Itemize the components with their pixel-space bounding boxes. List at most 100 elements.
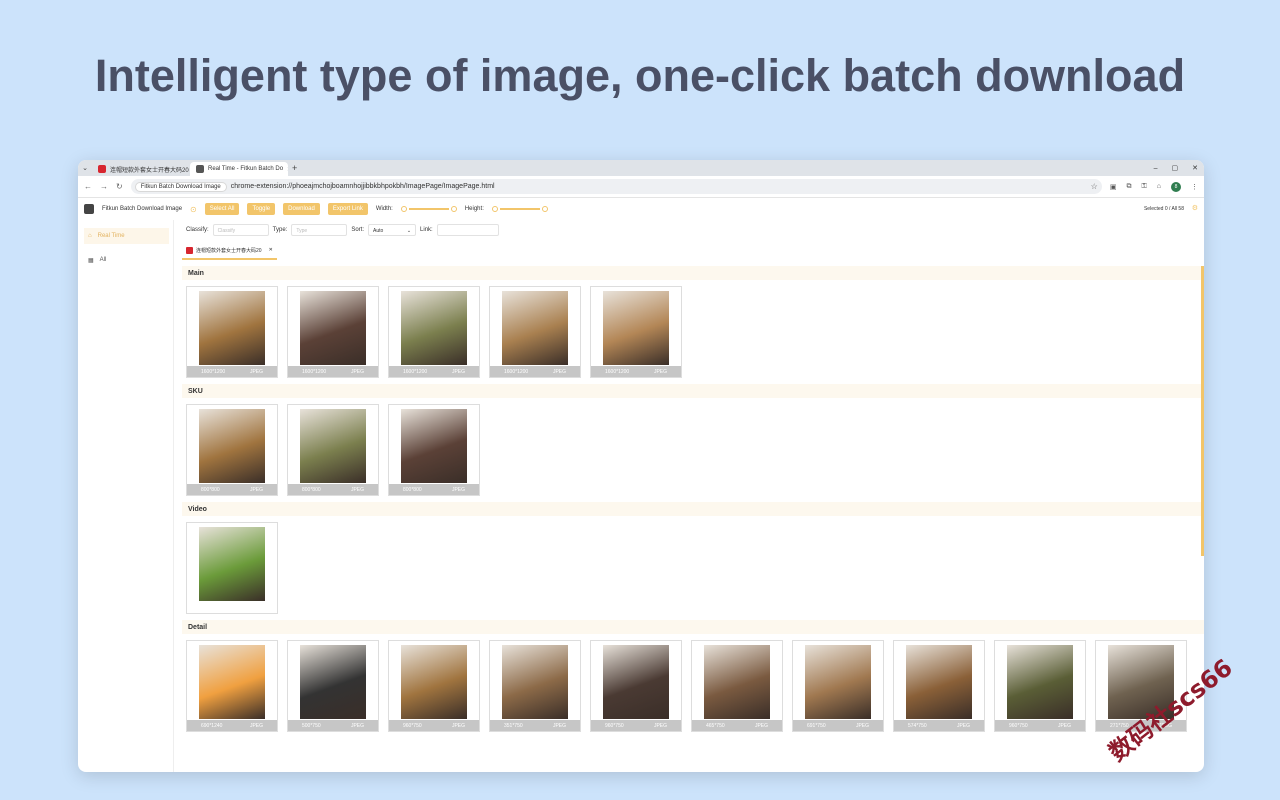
close-window-icon[interactable]: ✕: [1192, 164, 1198, 172]
image-caption: 800*800 JPEG: [288, 484, 378, 495]
height-slider-track[interactable]: [499, 208, 540, 210]
select-all-button[interactable]: Select All: [204, 203, 240, 215]
image-thumbnail[interactable]: 1600*1200 JPEG: [186, 286, 278, 378]
height-slider[interactable]: [491, 206, 548, 212]
browser-tab-product[interactable]: 连帽短款外套女士开春大码20 ✕: [92, 162, 190, 176]
new-tab-icon[interactable]: +: [292, 160, 297, 176]
maximize-icon[interactable]: ▢: [1172, 164, 1179, 172]
image-thumbnail[interactable]: 465*750 JPEG: [691, 640, 783, 732]
extension-chip[interactable]: Fitkun Batch Download Image: [134, 181, 227, 192]
product-image: [704, 645, 770, 719]
height-slider-max-handle[interactable]: [541, 206, 548, 212]
width-slider-max-handle[interactable]: [450, 206, 457, 212]
download-button[interactable]: Download: [283, 203, 320, 215]
app-name: Fitkun Batch Download Image: [102, 206, 183, 212]
image-caption: 960*750 JPEG: [591, 720, 681, 731]
image-thumbnail[interactable]: 1600*1200 JPEG: [388, 286, 480, 378]
section-title: Main: [182, 266, 1204, 280]
image-format: JPEG: [350, 486, 364, 493]
sidebar-item-label: Real Time: [97, 233, 125, 239]
image-format: JPEG: [1057, 722, 1071, 729]
image-thumbnail[interactable]: 690*1240 JPEG: [186, 640, 278, 732]
toggle-button[interactable]: Toggle: [247, 203, 276, 215]
height-slider-min-handle[interactable]: [491, 206, 498, 212]
sidebar-item-all[interactable]: ▦ All: [84, 252, 169, 268]
image-format: JPEG: [653, 368, 667, 375]
scrollbar[interactable]: [1201, 266, 1204, 556]
classify-select[interactable]: Classify: [212, 224, 269, 236]
type-select[interactable]: Type: [291, 224, 348, 236]
extension-favicon-icon: [196, 165, 204, 173]
window-controls: – ▢ ✕: [1154, 160, 1198, 176]
browser-tab-realtime[interactable]: Real Time - Fitkun Batch Do ✕: [190, 162, 288, 176]
image-format: JPEG: [552, 368, 566, 375]
image-thumbnail[interactable]: 691*750 JPEG: [792, 640, 884, 732]
product-image: [502, 291, 568, 365]
browser-window: ⌄ 连帽短款外套女士开春大码20 ✕ Real Time - Fitkun Ba…: [78, 160, 1204, 772]
info-icon[interactable]: ⊙: [190, 205, 197, 214]
image-thumbnail[interactable]: 960*750 JPEG: [994, 640, 1086, 732]
image-thumbnail[interactable]: 351*750 JPEG: [489, 640, 581, 732]
address-bar-row: ← → ↻ Fitkun Batch Download Image chrome…: [78, 176, 1204, 198]
product-image: [502, 645, 568, 719]
image-format: JPEG: [653, 722, 667, 729]
tab-bar: ⌄ 连帽短款外套女士开春大码20 ✕ Real Time - Fitkun Ba…: [78, 160, 1204, 176]
more-menu-icon[interactable]: ⋮: [1191, 183, 1198, 191]
width-slider-min-handle[interactable]: [400, 206, 407, 212]
image-format: JPEG: [754, 722, 768, 729]
bookmark-star-icon[interactable]: ☆: [1091, 182, 1098, 191]
image-thumbnail[interactable]: 1600*1200 JPEG: [489, 286, 581, 378]
image-size: 960*750: [605, 722, 624, 729]
app-logo-icon: [84, 204, 94, 214]
puzzle-icon[interactable]: ⧉: [1126, 183, 1131, 191]
image-thumbnail[interactable]: 574*750 JPEG: [893, 640, 985, 732]
image-format: JPEG: [451, 722, 465, 729]
image-size: 960*750: [403, 722, 422, 729]
export-link-button[interactable]: Export Link: [327, 203, 368, 215]
image-size: 1600*1200: [504, 368, 529, 375]
address-bar[interactable]: Fitkun Batch Download Image chrome-exten…: [130, 179, 1102, 194]
minimize-icon[interactable]: –: [1154, 165, 1158, 172]
page-tab[interactable]: 连帽短款外套女士开春大码20 ✕: [182, 242, 277, 260]
sidebar-item-label: All: [99, 257, 107, 263]
image-caption: 1600*1200 JPEG: [591, 366, 681, 377]
image-thumbnail[interactable]: 500*750 JPEG: [287, 640, 379, 732]
image-size: 691*750: [807, 722, 826, 729]
filter-bar: Classify: Classify Type: Type Sort: Auto…: [186, 224, 499, 236]
image-format: JPEG: [451, 368, 465, 375]
image-thumbnail[interactable]: 800*800 JPEG: [287, 404, 379, 496]
width-slider-track[interactable]: [408, 208, 449, 210]
tab-menu-icon[interactable]: ⌄: [78, 160, 92, 176]
link-label: Link:: [420, 227, 433, 233]
extension-icon[interactable]: ▣: [1110, 183, 1117, 191]
headline: Intelligent type of image, one-click bat…: [94, 50, 1186, 101]
image-caption: 800*800 JPEG: [389, 484, 479, 495]
sort-select[interactable]: Auto ⌄: [368, 224, 417, 236]
key-icon[interactable]: ⚿: [1141, 183, 1146, 191]
close-icon[interactable]: ✕: [269, 247, 273, 253]
width-slider[interactable]: [400, 206, 457, 212]
image-thumbnail[interactable]: 960*750 JPEG: [590, 640, 682, 732]
reload-icon[interactable]: ↻: [116, 182, 123, 191]
image-thumbnail[interactable]: 1600*1200 JPEG: [590, 286, 682, 378]
image-thumbnail[interactable]: 1600*1200 JPEG: [287, 286, 379, 378]
product-image: [603, 291, 669, 365]
image-caption: 1600*1200 JPEG: [389, 366, 479, 377]
image-thumbnail[interactable]: [186, 522, 278, 614]
image-thumbnail[interactable]: 800*800 JPEG: [186, 404, 278, 496]
image-thumbnail[interactable]: 800*800 JPEG: [388, 404, 480, 496]
avatar[interactable]: 8: [1171, 181, 1181, 192]
sidebar-item-real-time[interactable]: ⌂ Real Time: [84, 228, 169, 244]
back-icon[interactable]: ←: [84, 182, 92, 191]
image-caption: 960*750 JPEG: [389, 720, 479, 731]
settings-icon[interactable]: ⚙: [1192, 204, 1198, 212]
close-icon[interactable]: ✕: [287, 166, 288, 173]
profile-switch-icon[interactable]: ⌂: [1157, 183, 1161, 190]
forward-icon[interactable]: →: [100, 182, 108, 191]
product-image: [906, 645, 972, 719]
image-grid: 690*1240 JPEG 500*750 JPEG 960*750 JPEG 351*75…: [182, 634, 1204, 738]
image-caption: 500*750 JPEG: [288, 720, 378, 731]
image-thumbnail[interactable]: 960*750 JPEG: [388, 640, 480, 732]
link-input[interactable]: [436, 224, 499, 236]
browser-tools: ▣ ⧉ ⚿ ⌂ 8 ⋮: [1110, 181, 1198, 192]
